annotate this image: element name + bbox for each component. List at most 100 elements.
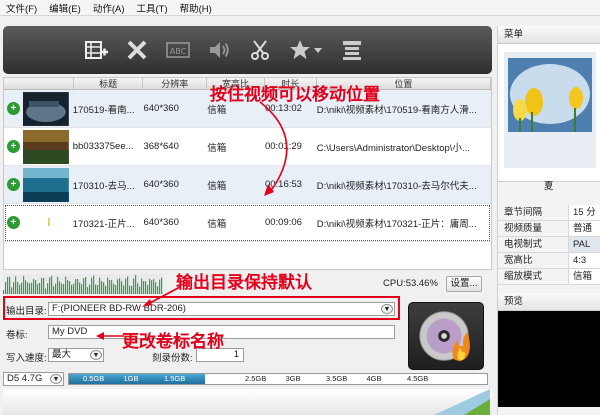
menu-bar: 文件(F) 编辑(E) 动作(A) 工具(T) 帮助(H) bbox=[0, 0, 600, 16]
copies-label: 刻录份数: bbox=[152, 353, 193, 364]
prop-row[interactable]: 缩放模式 信箱 bbox=[498, 269, 600, 285]
prop-key: 宽高比 bbox=[504, 255, 533, 266]
menu-edit[interactable]: 编辑(E) bbox=[43, 1, 87, 15]
prop-value: 信箱 bbox=[568, 269, 600, 284]
chevron-down-icon[interactable]: ▼ bbox=[50, 374, 62, 384]
table-row[interactable]: + bb033375ee... 368*640 信箱 00:01:29 C:\U… bbox=[4, 128, 491, 166]
capacity-tick-label: 4GB bbox=[366, 374, 382, 383]
edit-icon[interactable] bbox=[247, 37, 273, 63]
table-row[interactable]: + 170321-正片... 640*360 信箱 00:09:06 D:\ni… bbox=[4, 204, 491, 242]
chevron-down-icon[interactable]: ▼ bbox=[381, 304, 393, 314]
row-checked-icon[interactable]: + bbox=[7, 140, 20, 153]
bottom-strip bbox=[3, 389, 492, 415]
prop-row[interactable]: 宽高比 4:3 bbox=[498, 253, 600, 269]
col-title[interactable]: 标题 bbox=[74, 78, 144, 89]
annotation-volume: 更改卷标名称 bbox=[122, 332, 224, 351]
menu-template-preview[interactable]: 夏 bbox=[498, 44, 600, 192]
row-title: 170310-去马... bbox=[72, 180, 135, 192]
add-video-icon[interactable] bbox=[83, 37, 109, 63]
main-toolbar: ABC bbox=[3, 26, 492, 74]
write-speed-value: 最大 bbox=[52, 349, 72, 360]
prop-key: 缩放模式 bbox=[504, 271, 543, 282]
cpu-usage: CPU:53.46% bbox=[383, 278, 438, 289]
audio-icon[interactable] bbox=[206, 37, 232, 63]
menu-panel-title: 菜单 bbox=[498, 26, 600, 44]
col-check bbox=[4, 78, 74, 89]
settings-button[interactable]: 设置... bbox=[446, 276, 482, 292]
burn-button[interactable] bbox=[408, 302, 484, 370]
video-thumbnail bbox=[22, 129, 69, 164]
video-thumbnail bbox=[22, 91, 69, 126]
subtitle-icon[interactable]: ABC bbox=[165, 37, 191, 63]
menu-tools[interactable]: 工具(T) bbox=[130, 1, 173, 15]
row-checked-icon[interactable]: + bbox=[7, 216, 20, 229]
properties-list: 章节间隔 15 分 视频质量 普通 电视制式 PAL 宽高比 4:3 缩放模式 信箱 bbox=[498, 205, 600, 285]
disc-type-value: D5 4.7G bbox=[7, 373, 43, 384]
bottom-banner-graphic bbox=[434, 389, 490, 415]
menu-template-thumbnail bbox=[504, 52, 596, 168]
capacity-tick-label: 0.5GB bbox=[83, 374, 105, 383]
prop-value: 15 分 bbox=[568, 205, 600, 220]
row-path: C:\Users\Administrator\Desktop\小... bbox=[316, 142, 470, 154]
chevron-down-icon[interactable]: ▼ bbox=[90, 350, 102, 360]
row-checked-icon[interactable]: + bbox=[7, 102, 20, 115]
copies-value: 1 bbox=[233, 349, 239, 360]
menu-file[interactable]: 文件(F) bbox=[0, 1, 43, 15]
row-resolution: 640*360 bbox=[143, 179, 179, 190]
row-resolution: 640*360 bbox=[143, 103, 179, 114]
row-title: 170519-看南... bbox=[72, 104, 135, 116]
capacity-tick-label: 1.5GB bbox=[164, 374, 186, 383]
prop-key: 章节间隔 bbox=[504, 207, 543, 218]
right-panel: 菜单 夏 章节间隔 15 分 视频质量 普通 电视制式 PAL 宽高比 4:3 缩放模式… bbox=[497, 26, 600, 415]
cpu-waveform bbox=[3, 274, 163, 294]
video-list-table: 标题 分辨率 宽高比 时长 位置 + 170519-看南... 640*360 … bbox=[3, 77, 492, 270]
prop-value: 普通 bbox=[568, 221, 600, 236]
write-speed-select[interactable]: 最大 ▼ bbox=[48, 348, 104, 362]
row-aspect: 信箱 bbox=[207, 218, 227, 230]
prop-row[interactable]: 视频质量 普通 bbox=[498, 221, 600, 237]
row-checked-icon[interactable]: + bbox=[7, 178, 20, 191]
row-title: bb033375ee... bbox=[72, 141, 134, 152]
prop-key: 视频质量 bbox=[504, 223, 543, 234]
capacity-tick-label: 2GB bbox=[204, 374, 220, 383]
annotation-output: 输出目录保持默认 bbox=[176, 273, 312, 292]
capacity-tick-label: 1GB bbox=[123, 374, 139, 383]
annotation-arrow bbox=[259, 101, 288, 196]
prop-value: 4:3 bbox=[568, 253, 600, 268]
delete-icon[interactable] bbox=[124, 37, 150, 63]
output-label: 输出目录: bbox=[6, 306, 47, 317]
burn-disc-icon bbox=[419, 311, 470, 362]
effect-icon[interactable] bbox=[288, 37, 324, 63]
menu-icon[interactable] bbox=[339, 37, 365, 63]
menu-help[interactable]: 帮助(H) bbox=[174, 1, 218, 15]
disc-type-select[interactable]: D5 4.7G ▼ bbox=[3, 372, 64, 386]
preview-screen[interactable] bbox=[498, 311, 600, 407]
menu-template-caption: 夏 bbox=[544, 181, 554, 192]
capacity-tick-label: 3.5GB bbox=[326, 374, 348, 383]
table-row[interactable]: + 170310-去马... 640*360 信箱 00:16:53 D:\ni… bbox=[4, 166, 491, 204]
video-thumbnail bbox=[22, 205, 69, 240]
preview-panel-title: 预览 bbox=[498, 293, 600, 311]
row-path: D:\niki\视频素材\170321-正片：庸周... bbox=[316, 218, 477, 230]
row-title: 170321-正片... bbox=[72, 218, 135, 230]
annotation-arrow bbox=[96, 332, 124, 340]
row-duration: 00:09:06 bbox=[264, 217, 302, 228]
row-resolution: 640*360 bbox=[143, 217, 179, 228]
capacity-tick-label: 3GB bbox=[285, 374, 301, 383]
annotation-arrow bbox=[142, 286, 181, 307]
volume-value: My DVD bbox=[52, 326, 88, 337]
prop-row[interactable]: 电视制式 PAL bbox=[498, 237, 600, 253]
write-speed-label: 写入速度: bbox=[6, 353, 47, 364]
prop-row[interactable]: 章节间隔 15 分 bbox=[498, 205, 600, 221]
output-dir-select[interactable]: F:(PIONEER BD-RW BDR-206) ▼ bbox=[48, 302, 395, 316]
prop-value: PAL bbox=[568, 237, 600, 252]
capacity-tick-label: 2.5GB bbox=[245, 374, 267, 383]
prop-key: 电视制式 bbox=[504, 239, 543, 250]
video-thumbnail bbox=[22, 167, 69, 202]
capacity-bar: 0.5GB 1GB 1.5GB 2GB 2.5GB 3GB 3.5GB 4GB 4.5GB bbox=[68, 373, 488, 385]
svg-text:ABC: ABC bbox=[170, 47, 187, 56]
col-resolution[interactable]: 分辨率 bbox=[143, 78, 208, 89]
row-resolution: 368*640 bbox=[143, 141, 179, 152]
capacity-tick-label: 4.5GB bbox=[407, 374, 429, 383]
menu-action[interactable]: 动作(A) bbox=[87, 1, 131, 15]
